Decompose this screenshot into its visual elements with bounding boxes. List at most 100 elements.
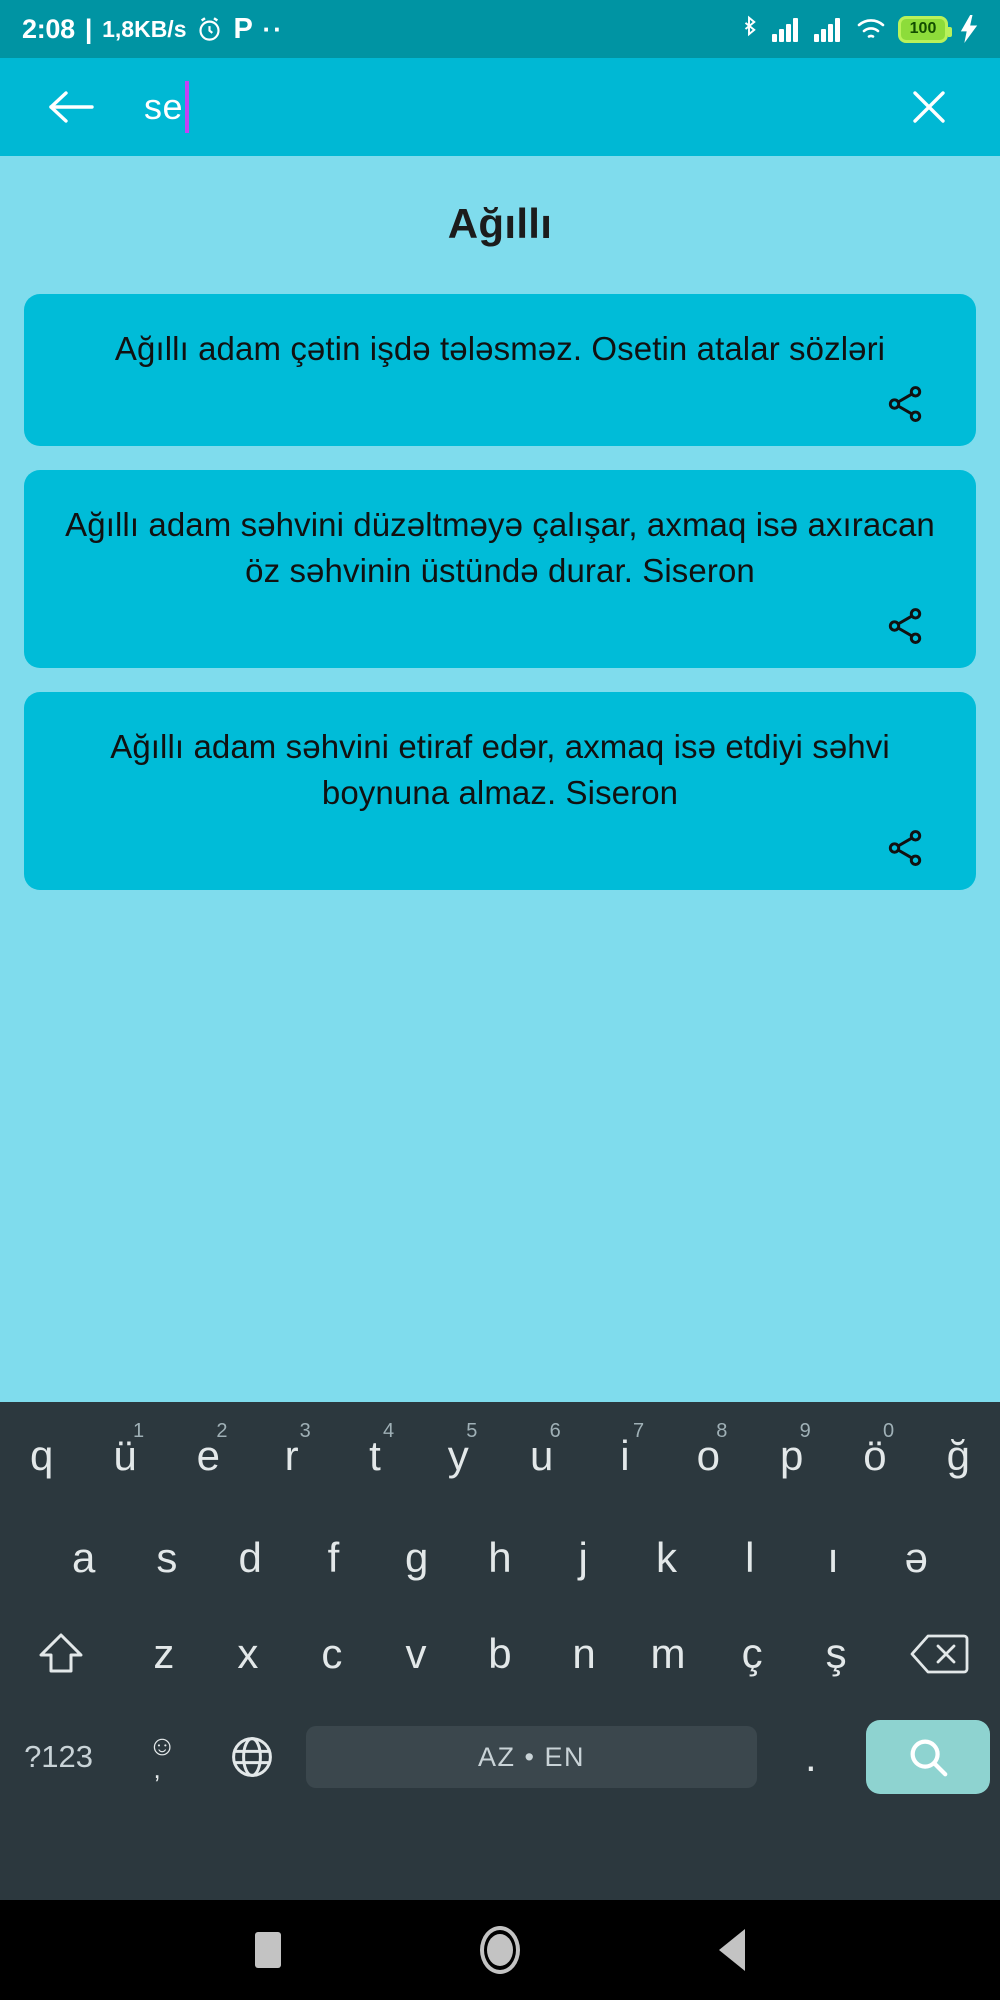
status-bar: 2:08 | 1,8KB/s P ·· 100 (0, 0, 1000, 58)
key-label: i (620, 1432, 630, 1479)
period-key[interactable]: . (766, 1702, 856, 1812)
status-bar-left: 2:08 | 1,8KB/s P ·· (22, 13, 284, 46)
key-schwa[interactable]: ə (875, 1510, 958, 1606)
back-button-nav[interactable] (696, 1914, 768, 1986)
key-g-breve[interactable]: ğ (917, 1402, 1000, 1510)
key-o[interactable]: o8 (667, 1402, 750, 1510)
key-f[interactable]: f (292, 1510, 375, 1606)
quote-text: Ağıllı adam səhvini düzəltməyə çalışar, … (65, 506, 935, 589)
keyboard-row-2: a s d f g h j k l ı ə (0, 1510, 1000, 1606)
key-superscript: 9 (799, 1420, 811, 1442)
p-badge-icon: P (233, 12, 253, 45)
key-y[interactable]: y5 (417, 1402, 500, 1510)
quote-card[interactable]: Ağıllı adam səhvini etiraf edər, axmaq i… (24, 692, 976, 890)
alarm-clock-icon (196, 16, 223, 43)
quote-text: Ağıllı adam çətin işdə tələsməz. Osetin … (114, 330, 886, 367)
key-t[interactable]: t4 (333, 1402, 416, 1510)
key-i[interactable]: i7 (583, 1402, 666, 1510)
wifi-icon (856, 16, 886, 42)
signal-bars-icon (772, 16, 802, 42)
quote-card[interactable]: Ağıllı adam səhvini düzəltməyə çalışar, … (24, 470, 976, 668)
recents-button[interactable] (232, 1914, 304, 1986)
share-button[interactable] (882, 381, 928, 427)
signal-bars-icon (814, 16, 844, 42)
key-j[interactable]: j (542, 1510, 625, 1606)
key-v[interactable]: v (374, 1606, 458, 1702)
key-n[interactable]: n (542, 1606, 626, 1702)
recents-square-icon (255, 1932, 281, 1968)
card-actions (58, 594, 942, 658)
emoji-smiley-comma-icon: ☺, (147, 1730, 177, 1784)
key-label: t (369, 1432, 381, 1479)
key-p[interactable]: p9 (750, 1402, 833, 1510)
key-x[interactable]: x (206, 1606, 290, 1702)
key-u-umlaut[interactable]: ü1 (83, 1402, 166, 1510)
key-a[interactable]: a (42, 1510, 125, 1606)
status-clock: 2:08 (22, 13, 75, 44)
key-label: q (29, 1432, 54, 1479)
key-l[interactable]: l (708, 1510, 791, 1606)
spacebar-label: AZ • EN (306, 1726, 757, 1788)
key-superscript: 2 (216, 1420, 228, 1442)
search-magnifier-icon (905, 1734, 951, 1780)
keyboard-row-3: z x c v b n m ç ş (0, 1606, 1000, 1702)
back-triangle-icon (719, 1929, 745, 1971)
key-b[interactable]: b (458, 1606, 542, 1702)
enter-key-surface (865, 1720, 990, 1794)
key-u[interactable]: u6 (500, 1402, 583, 1510)
share-button[interactable] (882, 825, 928, 871)
status-more-dots: ·· (262, 14, 284, 44)
backspace-key[interactable] (878, 1606, 1000, 1702)
language-switch-key[interactable] (207, 1702, 297, 1812)
shift-key[interactable] (0, 1606, 122, 1702)
key-g[interactable]: g (375, 1510, 458, 1606)
symbols-key[interactable]: ?123 (0, 1702, 117, 1812)
quote-text: Ağıllı adam səhvini etiraf edər, axmaq i… (110, 728, 890, 811)
battery-indicator: 100 (898, 15, 952, 43)
key-m[interactable]: m (626, 1606, 710, 1702)
key-d[interactable]: d (209, 1510, 292, 1606)
key-q[interactable]: q (0, 1402, 83, 1510)
emoji-key[interactable]: ☺, (117, 1702, 207, 1812)
status-network-speed: 1,8KB/s (102, 15, 187, 42)
search-app-bar: se (0, 58, 1000, 156)
lightning-bolt-icon (960, 15, 978, 43)
backspace-delete-icon (909, 1631, 969, 1677)
key-h[interactable]: h (458, 1510, 541, 1606)
on-screen-keyboard: q ü1 e2 r3 t4 y5 u6 i7 o8 p9 ö0 ğ a s d … (0, 1402, 1000, 1900)
arrow-left-icon (46, 87, 96, 127)
home-circle-icon (480, 1926, 520, 1974)
system-navigation-bar (0, 1900, 1000, 2000)
key-dotless-i[interactable]: ı (791, 1510, 874, 1606)
key-e[interactable]: e2 (167, 1402, 250, 1510)
key-r[interactable]: r3 (250, 1402, 333, 1510)
share-icon (884, 383, 926, 425)
shift-arrow-up-icon (35, 1629, 87, 1679)
key-o-umlaut[interactable]: ö0 (833, 1402, 916, 1510)
key-k[interactable]: k (625, 1510, 708, 1606)
key-s-cedilla[interactable]: ş (794, 1606, 878, 1702)
page-title: Ağıllı (447, 200, 553, 247)
phone-screen: 2:08 | 1,8KB/s P ·· 100 se Ağıllı Ağıllı… (0, 0, 1000, 2000)
clear-search-button[interactable] (898, 76, 960, 138)
key-s[interactable]: s (125, 1510, 208, 1606)
home-button[interactable] (464, 1914, 536, 1986)
spacebar-key[interactable]: AZ • EN (297, 1702, 765, 1812)
quote-card[interactable]: Ağıllı adam çətin işdə tələsməz. Osetin … (24, 294, 976, 446)
key-z[interactable]: z (122, 1606, 206, 1702)
search-input-value: se (144, 86, 184, 127)
search-input[interactable]: se (144, 58, 898, 156)
key-superscript: 5 (466, 1420, 478, 1442)
key-superscript: 3 (299, 1420, 311, 1442)
key-c-cedilla[interactable]: ç (710, 1606, 794, 1702)
card-actions (58, 372, 942, 436)
key-c[interactable]: c (290, 1606, 374, 1702)
globe-language-icon (228, 1733, 276, 1781)
key-superscript: 4 (382, 1420, 395, 1442)
key-superscript: 0 (882, 1420, 895, 1442)
key-superscript: 6 (549, 1420, 561, 1442)
share-button[interactable] (882, 603, 928, 649)
back-button[interactable] (40, 76, 102, 138)
search-enter-key[interactable] (856, 1702, 1000, 1812)
key-superscript: 7 (632, 1420, 645, 1442)
